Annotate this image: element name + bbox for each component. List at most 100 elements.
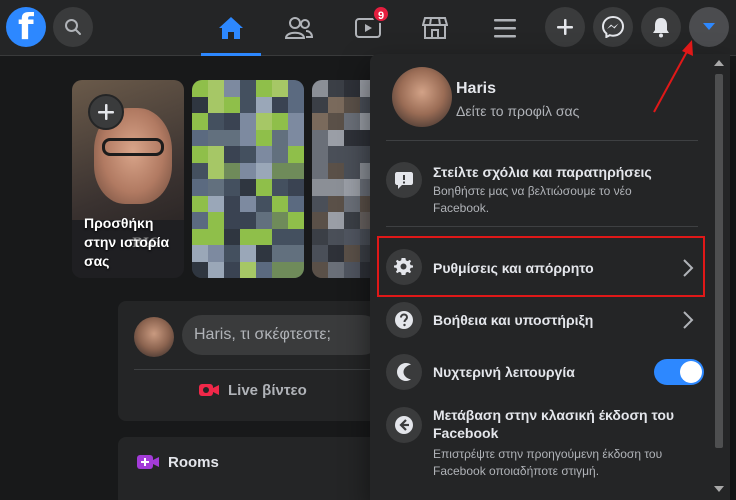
pixel-block — [208, 162, 224, 179]
top-navigation-bar: f 9 — [0, 0, 736, 56]
pixel-block — [344, 162, 360, 179]
scroll-down-arrow[interactable] — [714, 486, 724, 492]
pixel-block — [224, 113, 240, 130]
pixel-block — [288, 113, 304, 130]
pixel-block — [224, 146, 240, 163]
pixel-block — [344, 146, 360, 163]
menu-item-help-support[interactable]: Βοήθεια και υποστήριξη — [378, 299, 698, 341]
avatar[interactable] — [134, 317, 174, 357]
menu-item-title: Μετάβαση στην κλασική έκδοση του Faceboo… — [433, 407, 675, 441]
live-video-label: Live βίντεο — [228, 381, 307, 399]
pixel-block — [256, 96, 272, 113]
menu-item-switch-classic[interactable]: Μετάβαση στην κλασική έκδοση του Faceboo… — [378, 404, 698, 484]
composer-divider — [134, 369, 388, 370]
pixel-block — [256, 228, 272, 245]
post-composer: Haris, τι σκέφτεστε; Live βίντεο — [118, 301, 388, 421]
rooms-section: Rooms — [118, 437, 388, 500]
create-story-label: Προσθήκη στην ιστορία σας — [84, 215, 170, 269]
menu-item-feedback[interactable]: Στείλτε σχόλια και παρατηρήσεις Βοηθήστε… — [378, 156, 698, 222]
pixel-block — [288, 146, 304, 163]
pixel-block — [192, 113, 208, 130]
pixel-block — [312, 113, 328, 130]
pixel-block — [272, 96, 288, 113]
pixel-block — [192, 96, 208, 113]
pixel-block — [192, 212, 208, 229]
create-button[interactable] — [545, 7, 585, 47]
pixel-block — [328, 162, 344, 179]
pixel-block — [224, 96, 240, 113]
pixel-block — [240, 80, 256, 97]
pixel-block — [240, 162, 256, 179]
pixel-block — [272, 195, 288, 212]
pixel-block — [256, 245, 272, 262]
bell-icon — [653, 18, 669, 38]
pixel-block — [328, 80, 344, 97]
search-icon — [65, 19, 81, 35]
pixel-block — [328, 96, 344, 113]
pixel-block — [288, 212, 304, 229]
pixel-block — [312, 179, 328, 196]
avatar — [392, 67, 452, 127]
pixel-block — [240, 113, 256, 130]
menu-item-title: Στείλτε σχόλια και παρατηρήσεις — [433, 164, 652, 180]
tab-home[interactable] — [201, 0, 261, 56]
search-button[interactable] — [53, 7, 93, 47]
menu-icon — [494, 19, 516, 38]
tab-menu[interactable] — [475, 0, 535, 56]
pixel-block — [272, 245, 288, 262]
pixel-block — [256, 113, 272, 130]
scroll-up-arrow[interactable] — [714, 60, 724, 66]
menu-item-dark-mode[interactable]: Νυχτερινή λειτουργία — [378, 351, 704, 393]
pixel-block — [312, 80, 328, 97]
pixel-block — [328, 212, 344, 229]
pixel-block — [224, 245, 240, 262]
add-story-button[interactable] — [88, 94, 124, 130]
pixel-block — [240, 212, 256, 229]
tab-watch[interactable]: 9 — [338, 0, 398, 56]
pixel-block — [208, 113, 224, 130]
live-video-button[interactable]: Live βίντεο — [198, 381, 307, 399]
pixel-block — [224, 195, 240, 212]
tab-friends[interactable] — [269, 0, 329, 56]
whats-on-your-mind-input[interactable]: Haris, τι σκέφτεστε; — [182, 315, 382, 355]
pixel-block — [240, 96, 256, 113]
pixel-block — [224, 261, 240, 278]
pixel-block — [256, 179, 272, 196]
pixel-block — [344, 96, 360, 113]
menu-divider — [386, 140, 698, 141]
arrow-left-icon — [395, 416, 413, 434]
dark-mode-toggle[interactable] — [654, 359, 704, 385]
pixel-block — [192, 146, 208, 163]
pixel-block — [240, 179, 256, 196]
menu-item-subtitle: Επιστρέψτε στην προηγούμενη έκδοση του F… — [433, 447, 663, 478]
plus-icon — [98, 104, 114, 120]
pixel-block — [240, 129, 256, 146]
pixel-block — [272, 179, 288, 196]
annotation-highlight-box — [377, 236, 705, 297]
story-card-pixelated[interactable] — [192, 80, 304, 278]
menu-scrollbar[interactable] — [710, 54, 728, 500]
feedback-icon — [395, 172, 413, 189]
pixel-block — [272, 113, 288, 130]
pixel-block — [312, 162, 328, 179]
pixel-block — [328, 195, 344, 212]
create-story-card[interactable]: BIG Προσθήκη στην ιστορία σας — [72, 80, 184, 278]
scrollbar-thumb[interactable] — [715, 74, 723, 448]
help-icon — [395, 311, 413, 329]
facebook-logo-letter: f — [18, 7, 34, 48]
pixel-block — [312, 195, 328, 212]
pixel-block — [272, 228, 288, 245]
pixel-block — [344, 212, 360, 229]
tab-marketplace[interactable] — [405, 0, 465, 56]
pixel-block — [344, 80, 360, 97]
pixel-block — [344, 261, 360, 278]
story-photo-glasses — [102, 138, 164, 156]
rooms-header[interactable]: Rooms — [136, 453, 219, 471]
pixel-block — [208, 228, 224, 245]
pixel-block — [224, 129, 240, 146]
pixel-block — [288, 80, 304, 97]
pixelated-story-image — [192, 80, 304, 278]
pixel-block — [192, 162, 208, 179]
messenger-button[interactable] — [593, 7, 633, 47]
facebook-logo[interactable]: f — [6, 7, 46, 48]
